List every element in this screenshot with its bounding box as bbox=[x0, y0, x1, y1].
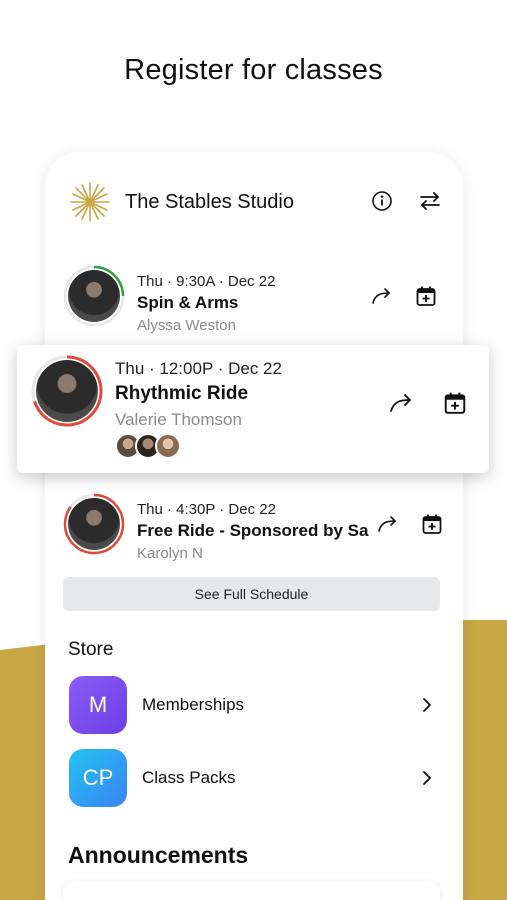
attendee-avatars bbox=[115, 433, 181, 459]
class-instructor: Valerie Thomson bbox=[115, 410, 242, 429]
instructor-avatar bbox=[63, 265, 125, 327]
class-row[interactable]: Thu · 4:30P · Dec 22 Free Ride - Sponsor… bbox=[63, 493, 445, 565]
calendar-add-icon[interactable] bbox=[415, 285, 437, 307]
announcement-card[interactable] bbox=[63, 882, 440, 900]
share-arrow-icon[interactable] bbox=[377, 514, 401, 534]
page-headline: Register for classes bbox=[124, 54, 383, 86]
header-actions bbox=[369, 188, 443, 214]
announcements-title: Announcements bbox=[68, 842, 249, 868]
instructor-photo bbox=[36, 360, 98, 422]
class-title: Rhythmic Ride bbox=[115, 383, 249, 404]
phone-frame: The Stables Studio Thu · 9:30A · Dec 22 … bbox=[45, 152, 463, 900]
class-title: Free Ride - Sponsored by Sa bbox=[137, 521, 369, 540]
class-title: Spin & Arms bbox=[137, 293, 239, 312]
memberships-badge: M bbox=[69, 676, 127, 734]
chevron-right-icon bbox=[423, 771, 431, 785]
store-item-class-packs[interactable]: CP Class Packs bbox=[69, 748, 433, 808]
studio-header: The Stables Studio bbox=[69, 180, 443, 224]
info-icon[interactable] bbox=[369, 188, 395, 214]
class-row[interactable]: Thu · 9:30A · Dec 22 Spin & Arms Alyssa … bbox=[63, 265, 445, 337]
highlighted-class-card[interactable]: Thu · 12:00P · Dec 22 Rhythmic Ride Vale… bbox=[17, 345, 489, 473]
store-section-title: Store bbox=[68, 639, 114, 660]
class-time: Thu · 12:00P · Dec 22 bbox=[115, 359, 282, 378]
store-item-label: Memberships bbox=[142, 695, 245, 714]
attendee-avatar bbox=[155, 433, 181, 459]
chevron-right-icon bbox=[423, 698, 431, 712]
class-time: Thu · 4:30P · Dec 22 bbox=[137, 501, 276, 518]
studio-name: The Stables Studio bbox=[125, 190, 294, 213]
instructor-avatar bbox=[31, 355, 103, 427]
store-item-memberships[interactable]: M Memberships bbox=[69, 675, 433, 735]
share-arrow-icon[interactable] bbox=[389, 392, 417, 414]
instructor-photo bbox=[68, 498, 120, 550]
starburst-logo bbox=[70, 182, 110, 222]
calendar-add-icon[interactable] bbox=[421, 513, 443, 535]
see-full-schedule-button[interactable]: See Full Schedule bbox=[63, 577, 440, 611]
instructor-photo bbox=[68, 270, 120, 322]
swap-arrows-icon[interactable] bbox=[417, 188, 443, 214]
class-instructor: Alyssa Weston bbox=[137, 317, 236, 334]
share-arrow-icon[interactable] bbox=[371, 286, 395, 306]
class-packs-badge: CP bbox=[69, 749, 127, 807]
calendar-add-icon[interactable] bbox=[443, 391, 467, 415]
class-instructor: Karolyn N bbox=[137, 545, 203, 562]
store-item-label: Class Packs bbox=[142, 768, 236, 787]
class-time: Thu · 9:30A · Dec 22 bbox=[137, 273, 276, 290]
instructor-avatar bbox=[63, 493, 125, 555]
